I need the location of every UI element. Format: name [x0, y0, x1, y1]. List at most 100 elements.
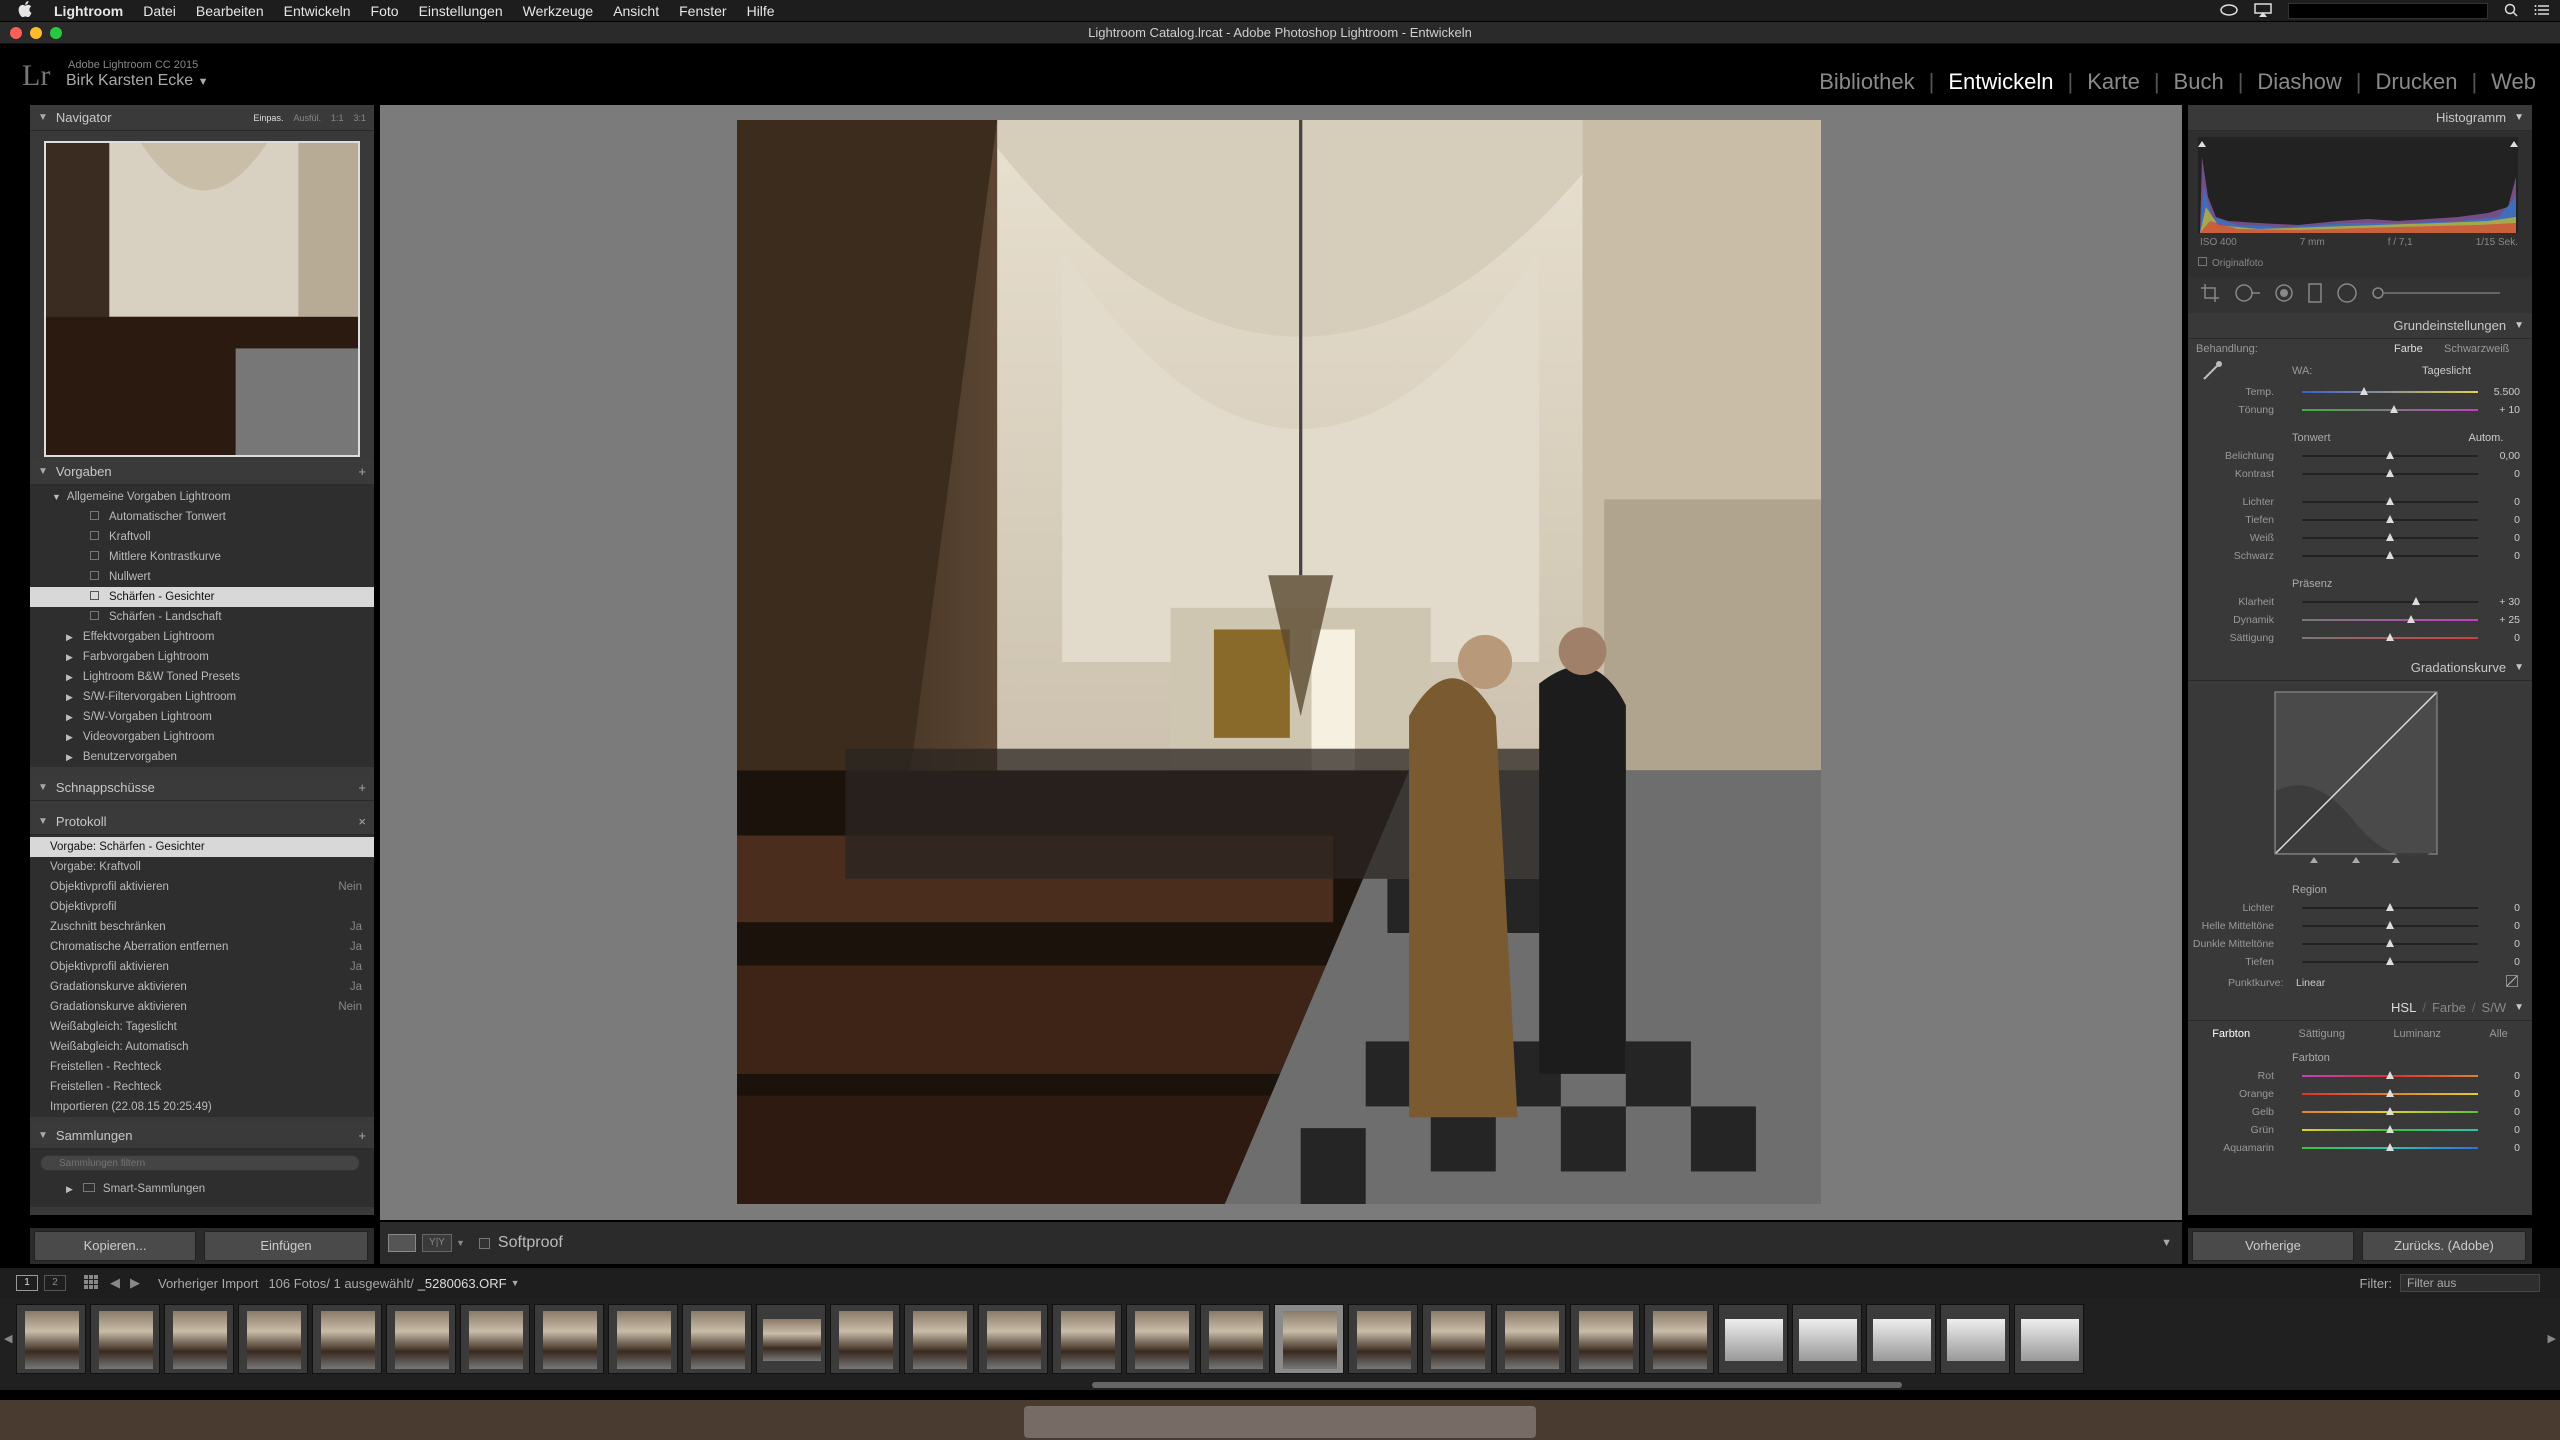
module-drucken[interactable]: Drucken [2362, 69, 2472, 95]
crop-tool-icon[interactable] [2200, 283, 2220, 308]
grid-view-icon[interactable] [84, 1274, 98, 1292]
preset-item[interactable]: Mittlere Kontrastkurve [30, 547, 374, 567]
tint-slider[interactable]: Tönung + 10 [2188, 401, 2532, 419]
history-item-selected[interactable]: Vorgabe: Schärfen - Gesichter [30, 837, 374, 857]
filmstrip-source[interactable]: Vorheriger Import [158, 1276, 258, 1291]
airplay-icon[interactable] [2254, 2, 2272, 20]
slider-knob[interactable] [2386, 551, 2394, 559]
whites-slider[interactable]: Weiß 0 [2188, 529, 2532, 547]
spot-removal-icon[interactable] [2234, 283, 2260, 308]
preset-item-selected[interactable]: Schärfen - Gesichter [30, 587, 374, 607]
filename-caret-icon[interactable]: ▼ [511, 1278, 520, 1288]
filmstrip-scroll-left-icon[interactable]: ◀ [4, 1332, 12, 1345]
curve-slider-2[interactable]: Dunkle Mitteltöne 0 [2188, 935, 2532, 953]
menu-hilfe[interactable]: Hilfe [747, 3, 775, 19]
zoom-1-1[interactable]: 1:1 [331, 113, 344, 123]
add-collection-icon[interactable]: + [358, 1128, 366, 1143]
preset-folder[interactable]: ▶ Effektvorgaben Lightroom [30, 627, 374, 647]
slider-value[interactable]: + 25 [2499, 614, 2520, 626]
original-photo-checkbox[interactable] [2198, 257, 2207, 266]
saturation-slider[interactable]: Sättigung 0 [2188, 629, 2532, 647]
slider-value[interactable]: 0 [2514, 902, 2520, 914]
filmstrip-thumbnail[interactable] [830, 1304, 900, 1374]
hsl-header[interactable]: HSL / Farbe / S/W ▼ [2188, 995, 2532, 1021]
notification-center-icon[interactable] [2534, 3, 2550, 19]
slider-value[interactable]: 0 [2514, 532, 2520, 544]
identity-user[interactable]: Birk Karsten Ecke ▼ [66, 72, 209, 90]
slider-value[interactable]: 0 [2514, 632, 2520, 644]
main-photo[interactable] [737, 120, 1821, 1204]
filmstrip-thumbnail[interactable] [904, 1304, 974, 1374]
slider-value[interactable]: 0,00 [2500, 450, 2520, 462]
filmstrip-thumbnail[interactable] [1570, 1304, 1640, 1374]
minimize-window-button[interactable] [30, 27, 42, 39]
slider-knob[interactable] [2386, 497, 2394, 505]
before-after-caret-icon[interactable]: ▼ [456, 1238, 465, 1248]
slider-knob[interactable] [2386, 921, 2394, 929]
clear-history-icon[interactable]: × [358, 814, 366, 829]
radial-filter-icon[interactable] [2336, 282, 2358, 308]
slider-value[interactable]: 0 [2514, 1088, 2520, 1100]
menu-fenster[interactable]: Fenster [679, 3, 726, 19]
filmstrip-thumbnail[interactable] [1422, 1304, 1492, 1374]
filmstrip-thumbnail[interactable] [1496, 1304, 1566, 1374]
tab-all[interactable]: Alle [2489, 1028, 2507, 1040]
module-entwickeln[interactable]: Entwickeln [1934, 69, 2067, 95]
filmstrip-thumbnail[interactable] [2014, 1304, 2084, 1374]
preset-item[interactable]: Schärfen - Landschaft [30, 607, 374, 627]
close-window-button[interactable] [10, 27, 22, 39]
temp-slider[interactable]: Temp. 5.500 [2188, 383, 2532, 401]
tab-luminance[interactable]: Luminanz [2393, 1028, 2441, 1040]
hsl-hue-slider-1[interactable]: Orange 0 [2188, 1085, 2532, 1103]
shadows-slider[interactable]: Tiefen 0 [2188, 511, 2532, 529]
history-item[interactable]: Gradationskurve aktivieren Nein [30, 997, 374, 1017]
spotlight-icon[interactable] [2504, 3, 2518, 20]
main-window-button[interactable]: 1 [16, 1275, 38, 1291]
loupe-view-icon[interactable] [388, 1234, 416, 1252]
filmstrip-thumbnail[interactable] [1644, 1304, 1714, 1374]
slider-track[interactable] [2302, 601, 2478, 603]
slider-value[interactable]: + 10 [2499, 404, 2520, 416]
filmstrip-thumbnail-selected[interactable] [1274, 1304, 1344, 1374]
preset-folder-open[interactable]: ▼ Allgemeine Vorgaben Lightroom [30, 487, 374, 507]
preset-folder[interactable]: ▶ S/W-Filtervorgaben Lightroom [30, 687, 374, 707]
treatment-color-option[interactable]: Farbe [2394, 343, 2423, 355]
module-buch[interactable]: Buch [2160, 69, 2238, 95]
history-item[interactable]: Zuschnitt beschränken Ja [30, 917, 374, 937]
graduated-filter-icon[interactable] [2308, 282, 2322, 308]
tab-saturation[interactable]: Sättigung [2298, 1028, 2344, 1040]
slider-value[interactable]: 5.500 [2494, 386, 2520, 398]
reset-button[interactable]: Zurücks. (Adobe) [2362, 1231, 2526, 1261]
menu-werkzeuge[interactable]: Werkzeuge [523, 3, 594, 19]
tonecurve-header[interactable]: Gradationskurve ▼ [2188, 655, 2532, 681]
filmstrip-thumbnail[interactable] [1940, 1304, 2010, 1374]
auto-tone-button[interactable]: Autom. [2469, 432, 2504, 444]
filmstrip-thumbnail[interactable] [1126, 1304, 1196, 1374]
forward-arrow-icon[interactable]: ▶ [130, 1275, 140, 1291]
slider-knob[interactable] [2386, 1125, 2394, 1133]
basic-header[interactable]: Grundeinstellungen ▼ [2188, 313, 2532, 339]
hsl-title[interactable]: HSL [2391, 1000, 2416, 1015]
slider-value[interactable]: 0 [2514, 496, 2520, 508]
histogram-graph[interactable] [2198, 137, 2518, 233]
filmstrip-thumbnail[interactable] [1866, 1304, 1936, 1374]
filmstrip-thumbnail[interactable] [1792, 1304, 1862, 1374]
slider-value[interactable]: 0 [2514, 468, 2520, 480]
filmstrip-scrollbar[interactable] [1092, 1382, 1902, 1388]
highlights-slider[interactable]: Lichter 0 [2188, 493, 2532, 511]
zoom-window-button[interactable] [50, 27, 62, 39]
slider-knob[interactable] [2386, 515, 2394, 523]
preset-folder[interactable]: ▶ Benutzervorgaben [30, 747, 374, 767]
curve-slider-3[interactable]: Tiefen 0 [2188, 953, 2532, 971]
filmstrip-thumbnail[interactable] [164, 1304, 234, 1374]
slider-value[interactable]: 0 [2514, 1124, 2520, 1136]
preset-folder[interactable]: ▶ Lightroom B&W Toned Presets [30, 667, 374, 687]
hsl-hue-slider-2[interactable]: Gelb 0 [2188, 1103, 2532, 1121]
collections-search-input[interactable] [40, 1155, 360, 1171]
slider-knob[interactable] [2412, 597, 2421, 605]
filmstrip-thumbnail[interactable] [756, 1304, 826, 1374]
preset-item[interactable]: Automatischer Tonwert [30, 507, 374, 527]
spotlight-field[interactable] [2288, 3, 2488, 19]
history-header[interactable]: ▼ Protokoll × [30, 809, 374, 835]
slider-value[interactable]: 0 [2514, 1106, 2520, 1118]
